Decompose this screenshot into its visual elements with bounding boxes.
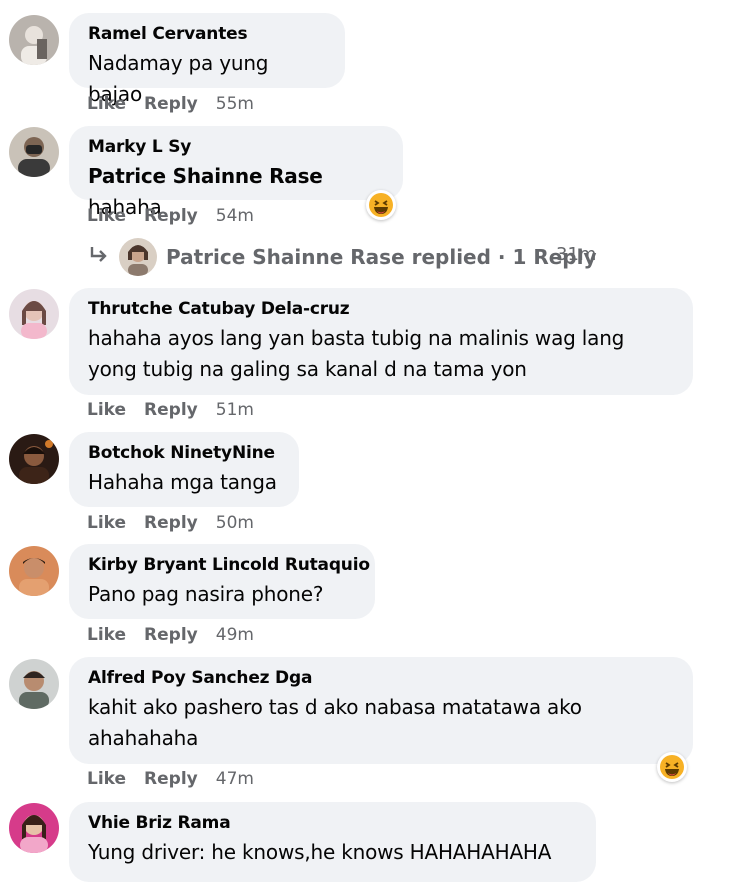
reply-button[interactable]: Reply bbox=[144, 400, 198, 420]
comment-author[interactable]: Alfred Poy Sanchez Dga bbox=[88, 667, 673, 689]
reply-button[interactable]: Reply bbox=[144, 769, 198, 789]
comment-actions: Like Reply 51m bbox=[87, 400, 254, 420]
comment-bubble: Alfred Poy Sanchez Dga kahit ako pashero… bbox=[69, 657, 693, 764]
comment-bubble: Botchok NinetyNine Hahaha mga tanga bbox=[69, 432, 299, 507]
reply-button[interactable]: Reply bbox=[144, 94, 198, 114]
like-button[interactable]: Like bbox=[87, 206, 126, 226]
mention-link[interactable]: Patrice Shainne Rase bbox=[88, 164, 323, 188]
comment-bubble: Kirby Bryant Lincold Rutaquio Pano pag n… bbox=[69, 544, 375, 619]
timestamp[interactable]: 31m bbox=[556, 244, 596, 265]
reply-button[interactable]: Reply bbox=[144, 206, 198, 226]
avatar[interactable] bbox=[9, 434, 59, 484]
comment-text: Pano pag nasira phone? bbox=[88, 582, 324, 606]
comment-bubble: Vhie Briz Rama Yung driver: he knows,he … bbox=[69, 802, 596, 882]
reply-arrow-icon bbox=[87, 244, 109, 271]
like-button[interactable]: Like bbox=[87, 513, 126, 533]
comment-bubble: Marky L Sy Patrice Shainne Rase hahaha bbox=[69, 126, 403, 219]
avatar bbox=[119, 238, 157, 276]
comment-text: kahit ako pashero tas d ako nabasa matat… bbox=[88, 695, 582, 750]
comment-text: Hahaha mga tanga bbox=[88, 470, 277, 494]
comment-author[interactable]: Botchok NinetyNine bbox=[88, 442, 279, 464]
comment-author[interactable]: Thrutche Catubay Dela-cruz bbox=[88, 298, 673, 320]
comment-text: hahaha ayos lang yan basta tubig na mali… bbox=[88, 326, 625, 381]
timestamp[interactable]: 51m bbox=[216, 400, 254, 420]
avatar[interactable] bbox=[9, 546, 59, 596]
comment-actions: Like Reply 49m bbox=[87, 625, 254, 645]
comment-author[interactable]: Kirby Bryant Lincold Rutaquio bbox=[88, 554, 370, 576]
replies-text[interactable]: Patrice Shainne Rase replied · 1 Reply bbox=[166, 245, 597, 269]
avatar[interactable] bbox=[9, 15, 59, 65]
haha-icon[interactable] bbox=[657, 752, 687, 782]
reply-button[interactable]: Reply bbox=[144, 625, 198, 645]
view-replies-link[interactable]: Patrice Shainne Rase replied · 1 Reply 3… bbox=[87, 238, 687, 278]
haha-icon[interactable] bbox=[366, 190, 396, 220]
comment-text: Yung driver: he knows,he knows HAHAHAHAH… bbox=[88, 840, 552, 864]
timestamp[interactable]: 47m bbox=[216, 769, 254, 789]
comment-bubble: Thrutche Catubay Dela-cruz hahaha ayos l… bbox=[69, 288, 693, 395]
reply-button[interactable]: Reply bbox=[144, 513, 198, 533]
comment-actions: Like Reply 55m bbox=[87, 94, 254, 114]
timestamp[interactable]: 55m bbox=[216, 94, 254, 114]
comment-actions: Like Reply 50m bbox=[87, 513, 254, 533]
timestamp[interactable]: 54m bbox=[216, 206, 254, 226]
timestamp[interactable]: 49m bbox=[216, 625, 254, 645]
comment-author[interactable]: Vhie Briz Rama bbox=[88, 812, 576, 834]
comment-actions: Like Reply 54m bbox=[87, 206, 254, 226]
like-button[interactable]: Like bbox=[87, 769, 126, 789]
like-button[interactable]: Like bbox=[87, 400, 126, 420]
avatar[interactable] bbox=[9, 659, 59, 709]
comment-author[interactable]: Ramel Cervantes bbox=[88, 23, 325, 45]
timestamp[interactable]: 50m bbox=[216, 513, 254, 533]
avatar[interactable] bbox=[9, 127, 59, 177]
comment-actions: Like Reply 47m bbox=[87, 769, 254, 789]
comment-bubble: Ramel Cervantes Nadamay pa yung bajao bbox=[69, 13, 345, 106]
like-button[interactable]: Like bbox=[87, 94, 126, 114]
avatar[interactable] bbox=[9, 803, 59, 853]
avatar[interactable] bbox=[9, 289, 59, 339]
comment-author[interactable]: Marky L Sy bbox=[88, 136, 383, 158]
like-button[interactable]: Like bbox=[87, 625, 126, 645]
